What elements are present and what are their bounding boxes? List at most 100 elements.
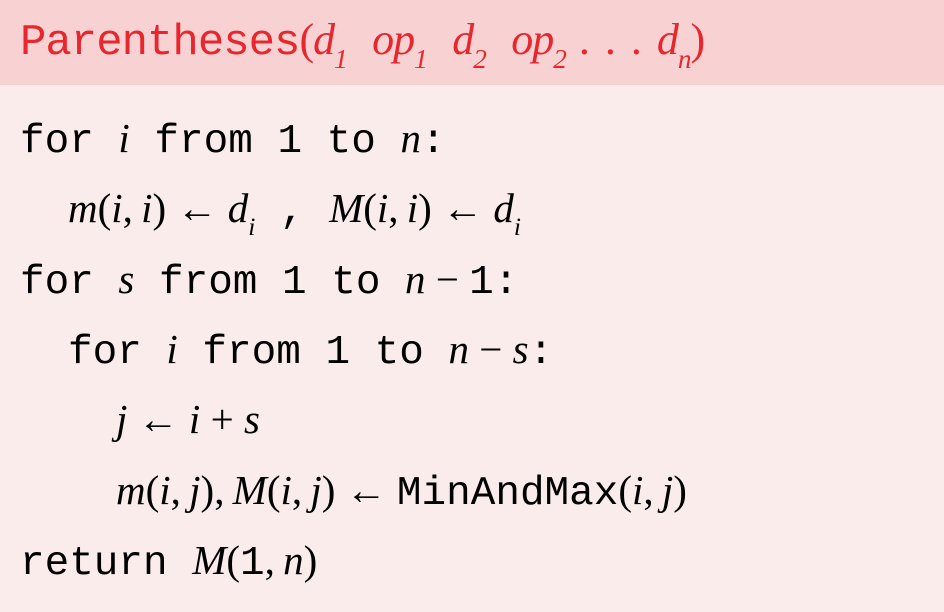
fn-minmax: MinAndMax	[397, 471, 618, 517]
code-line-4: for i from 1 to n − s:	[20, 316, 924, 386]
num-1b: 1	[469, 260, 494, 306]
p-open: (	[98, 185, 112, 231]
kw-for: for	[20, 119, 118, 165]
sub-1b: 1	[414, 44, 427, 74]
minus: −	[426, 256, 470, 302]
algorithm-body: for i from 1 to n: m(i, i) ← di , M(i, i…	[0, 85, 944, 598]
var-op2: op	[511, 15, 553, 64]
var-m: m	[116, 467, 146, 513]
var-M: M	[329, 185, 363, 231]
sep: ,	[214, 467, 232, 513]
p-open: (	[146, 467, 160, 513]
comma: ,	[265, 537, 283, 583]
colon: :	[421, 119, 446, 165]
var-i: i	[111, 185, 122, 231]
code-line-3: for s from 1 to n − 1:	[20, 246, 924, 316]
var-m: m	[68, 185, 98, 231]
plus: +	[200, 396, 244, 442]
sub-i: i	[248, 213, 255, 241]
colon: :	[494, 260, 519, 306]
comma2: ,	[292, 467, 310, 513]
code-line-7: return M(1, n)	[20, 527, 924, 597]
var-i: i	[159, 467, 170, 513]
p-close3: )	[673, 467, 687, 513]
p-open3: (	[618, 467, 632, 513]
algorithm-header: Parentheses(d1 op1 d2 op2 . . . dn)	[0, 0, 944, 85]
arrow: ←	[166, 185, 228, 231]
sub-2: 2	[473, 44, 486, 74]
var-j3: j	[662, 467, 673, 513]
p-close: )	[153, 185, 167, 231]
var-s: s	[118, 256, 134, 302]
var-op1: op	[372, 15, 414, 64]
var-M: M	[192, 537, 226, 583]
var-d1: d	[313, 15, 334, 64]
comma: ,	[123, 185, 141, 231]
kw-from: from	[134, 260, 282, 306]
p-open2: (	[267, 467, 281, 513]
var-i2: i	[141, 185, 152, 231]
var-i: i	[166, 326, 177, 372]
num-1: 1	[325, 330, 350, 376]
var-d: d	[228, 185, 249, 231]
code-line-5: j ← i + s	[20, 386, 924, 456]
var-s: s	[513, 326, 529, 372]
kw-for: for	[68, 330, 166, 376]
var-j: j	[189, 467, 200, 513]
var-n: n	[400, 115, 421, 161]
sub-1: 1	[334, 44, 347, 74]
p-close: )	[201, 467, 215, 513]
arrow: ←	[127, 396, 189, 442]
minus: −	[469, 326, 513, 372]
sep: ,	[255, 189, 329, 235]
var-i4: i	[407, 185, 418, 231]
num-1: 1	[240, 541, 265, 587]
comma3: ,	[643, 467, 661, 513]
kw-to: to	[307, 260, 405, 306]
kw-to: to	[302, 119, 400, 165]
sub-i2: i	[514, 213, 521, 241]
p-open: (	[226, 537, 240, 583]
var-i: i	[189, 396, 200, 442]
var-d2: d	[452, 15, 473, 64]
var-d2: d	[493, 185, 514, 231]
var-j: j	[116, 396, 127, 442]
var-i3: i	[632, 467, 643, 513]
var-dn: d	[657, 15, 678, 64]
kw-from: from	[178, 330, 326, 376]
dots: . . .	[566, 15, 657, 64]
sub-2b: 2	[553, 44, 566, 74]
open-paren: (	[299, 15, 313, 64]
var-i: i	[118, 115, 129, 161]
comma: ,	[171, 467, 189, 513]
code-line-2: m(i, i) ← di , M(i, i) ← di	[20, 175, 924, 245]
var-M: M	[233, 467, 267, 513]
p-open2: (	[363, 185, 377, 231]
code-line-6: m(i, j), M(i, j) ← MinAndMax(i, j)	[20, 457, 924, 527]
arrow: ←	[335, 467, 397, 513]
colon: :	[529, 330, 554, 376]
kw-to: to	[350, 330, 448, 376]
var-n: n	[448, 326, 469, 372]
var-n: n	[283, 537, 304, 583]
p-close2: )	[322, 467, 336, 513]
kw-return: return	[20, 541, 192, 587]
var-j2: j	[310, 467, 321, 513]
code-line-1: for i from 1 to n:	[20, 105, 924, 175]
var-n: n	[405, 256, 426, 302]
num-1: 1	[282, 260, 307, 306]
comma2: ,	[388, 185, 406, 231]
header-title: Parentheses(d1 op1 d2 op2 . . . dn)	[20, 18, 704, 68]
var-i3: i	[377, 185, 388, 231]
kw-for: for	[20, 260, 118, 306]
var-i2: i	[280, 467, 291, 513]
var-s: s	[244, 396, 260, 442]
kw-from: from	[130, 119, 278, 165]
p-close: )	[304, 537, 318, 583]
sub-n: n	[678, 44, 691, 74]
func-name: Parentheses	[20, 18, 299, 68]
close-paren: )	[691, 15, 705, 64]
p-close2: )	[418, 185, 432, 231]
arrow2: ←	[432, 185, 494, 231]
num-1: 1	[277, 119, 302, 165]
